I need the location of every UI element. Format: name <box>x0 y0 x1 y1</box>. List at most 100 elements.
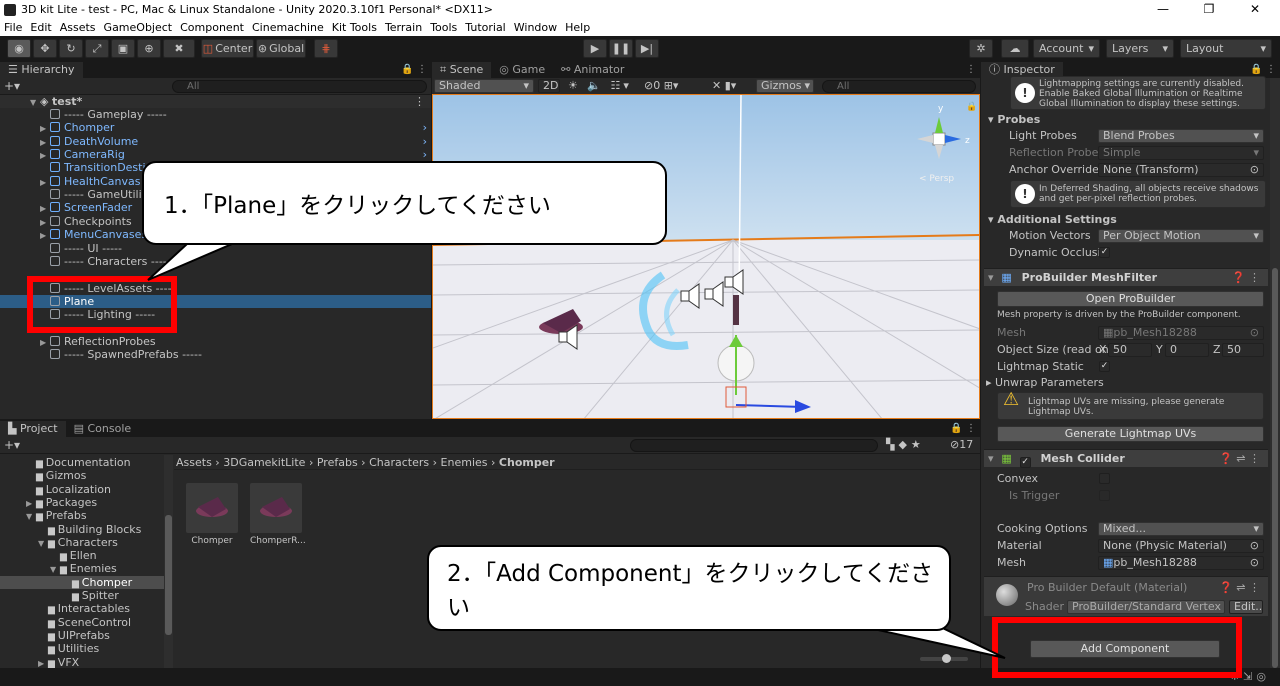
menu-tools[interactable]: Tools <box>426 21 461 34</box>
project-folder-item[interactable]: ▆ Building Blocks <box>0 523 164 536</box>
rect-tool-button[interactable]: ▣ <box>111 39 135 58</box>
fold-closed-icon[interactable]: ▶ <box>40 176 50 189</box>
asset-thumbnail-chomper[interactable] <box>186 483 238 533</box>
scene-root-row[interactable]: ▼ ◈ test* ⋮ <box>0 95 431 108</box>
account-dropdown[interactable]: Account ▾ <box>1033 39 1100 58</box>
project-folder-item[interactable]: ▆ Localization <box>0 483 164 496</box>
hidden-packages-icon[interactable]: ⊘17 <box>950 438 973 451</box>
project-folder-item[interactable]: ▆ UIPrefabs <box>0 629 164 642</box>
hierarchy-item[interactable]: ----- Gameplay ----- <box>0 108 431 121</box>
fold-closed-icon[interactable]: ▶ <box>40 149 50 162</box>
project-folder-item[interactable]: ▶ ▆ Packages <box>0 496 164 509</box>
hierarchy-item[interactable]: ▶ ReflectionProbes <box>0 335 431 348</box>
scrollbar-thumb[interactable] <box>1272 268 1278 668</box>
fold-closed-icon[interactable]: ▶ <box>40 202 50 215</box>
project-folder-item[interactable]: ▶ ▆ VFX <box>0 656 164 669</box>
fold-closed-icon[interactable]: ▶ <box>40 216 50 229</box>
menu-kit-tools[interactable]: Kit Tools <box>328 21 381 34</box>
snap-button[interactable]: ⋕ <box>314 39 338 58</box>
project-folder-item[interactable]: ▼ ▆ Prefabs <box>0 509 164 522</box>
fold-closed-icon[interactable]: ▶ <box>40 122 50 135</box>
fold-closed-icon[interactable]: ▶ <box>26 497 36 510</box>
project-folder-item[interactable]: ▆ SceneControl <box>0 616 164 629</box>
fold-open-icon[interactable]: ▼ <box>50 563 60 576</box>
fold-open-icon[interactable]: ▼ <box>38 537 48 550</box>
anchor-override-field[interactable]: None (Transform) ⊙ <box>1098 163 1264 177</box>
tab-animator[interactable]: ⚯ Animator <box>553 62 633 78</box>
move-tool-button[interactable]: ✥ <box>33 39 57 58</box>
menu-assets[interactable]: Assets <box>56 21 100 34</box>
fold-closed-icon[interactable]: ▶ <box>40 229 50 242</box>
lightmap-static-checkbox[interactable]: ✓ <box>1099 361 1110 372</box>
light-probes-dropdown[interactable]: Blend Probes ▾ <box>1098 129 1264 143</box>
step-button[interactable]: ▶| <box>635 39 659 58</box>
shader-edit-button[interactable]: Edit... <box>1229 600 1263 614</box>
project-folder-item[interactable]: ▆ Utilities <box>0 642 164 655</box>
probuilder-meshfilter-header[interactable]: ▾ ▦ ProBuilder MeshFilter ❓ ⋮ <box>984 268 1268 286</box>
menu-file[interactable]: File <box>0 21 26 34</box>
project-folder-item[interactable]: ▆ Chomper <box>0 575 164 589</box>
tab-scene[interactable]: ⌗ Scene <box>432 62 492 78</box>
minimize-button[interactable]: — <box>1140 0 1186 19</box>
pause-button[interactable]: ❚❚ <box>609 39 633 58</box>
probes-foldout[interactable]: ▾ Probes <box>988 112 1040 127</box>
size-x-field[interactable]: 50 <box>1108 343 1152 357</box>
motion-vectors-dropdown[interactable]: Per Object Motion ▾ <box>1098 229 1264 243</box>
breadcrumb-item[interactable]: Assets <box>176 456 212 469</box>
open-probuilder-button[interactable]: Open ProBuilder <box>997 291 1264 307</box>
tab-hierarchy[interactable]: ☰ Hierarchy <box>0 62 83 78</box>
unwrap-parameters-foldout[interactable]: ▸ Unwrap Parameters <box>986 375 1104 390</box>
rotate-tool-button[interactable]: ↻ <box>59 39 83 58</box>
shading-mode-dropdown[interactable]: Shaded ▾ <box>434 79 534 93</box>
project-folder-item[interactable]: ▆ Documentation <box>0 456 164 469</box>
hierarchy-item[interactable]: ▶ Chomper › <box>0 121 431 134</box>
hierarchy-item[interactable]: ▶ DeathVolume › <box>0 135 431 148</box>
prefab-open-icon[interactable]: › <box>423 121 427 134</box>
project-folder-item[interactable]: ▼ ▆ Characters <box>0 536 164 549</box>
panel-menu-icon[interactable]: 🔒 ⋮ <box>401 62 427 78</box>
close-button[interactable]: ✕ <box>1232 0 1278 19</box>
scene-view-toggles-icon[interactable]: ☀ 🔈 ☷▾ <box>568 79 632 92</box>
scene-tools-icon[interactable]: ✕ ▮▾ <box>712 79 736 92</box>
generate-lightmap-uvs-button[interactable]: Generate Lightmap UVs <box>997 426 1264 442</box>
pivot-global-button[interactable]: ⊛ Global <box>256 39 306 58</box>
breadcrumb-item[interactable]: Enemies <box>441 456 488 469</box>
size-y-field[interactable]: 0 <box>1165 343 1209 357</box>
menu-gameobject[interactable]: GameObject <box>100 21 177 34</box>
hierarchy-item[interactable]: ▶ CameraRig › <box>0 148 431 161</box>
menu-terrain[interactable]: Terrain <box>381 21 426 34</box>
play-button[interactable]: ▶ <box>583 39 607 58</box>
prefab-open-icon[interactable]: › <box>423 135 427 148</box>
breadcrumb-item[interactable]: Characters <box>369 456 429 469</box>
layers-dropdown[interactable]: Layers ▾ <box>1106 39 1174 58</box>
custom-tool-button[interactable]: ✖ <box>163 39 195 58</box>
project-folder-item[interactable]: ▆ Interactables <box>0 602 164 615</box>
collider-mesh-field[interactable]: ▦pb_Mesh18288 ⊙ <box>1098 556 1264 570</box>
shader-dropdown[interactable]: ProBuilder/Standard Vertex Co <box>1067 600 1225 614</box>
collab-button[interactable]: ☁ <box>1001 39 1029 58</box>
project-folder-item[interactable]: ▼ ▆ Enemies <box>0 562 164 575</box>
scene-lock-icon[interactable]: 🔒 <box>966 101 977 112</box>
panel-menu-icon[interactable]: 🔒 ⋮ <box>950 421 976 437</box>
size-z-field[interactable]: 50 <box>1222 343 1264 357</box>
scale-tool-button[interactable]: ⤢ <box>85 39 109 58</box>
tab-console[interactable]: ▤ Console <box>65 421 140 437</box>
menu-help[interactable]: Help <box>561 21 594 34</box>
menu-tutorial[interactable]: Tutorial <box>461 21 509 34</box>
transform-tool-button[interactable]: ⊕ <box>137 39 161 58</box>
inspector-scrollbar[interactable] <box>1270 78 1280 668</box>
filter-icons[interactable]: ▚◆★ <box>886 438 925 451</box>
asset-thumbnail-chomper-r[interactable] <box>250 483 302 533</box>
mesh-collider-enabled-checkbox[interactable]: ✓ <box>1019 457 1031 468</box>
fold-open-icon[interactable]: ▼ <box>26 510 36 523</box>
physic-material-field[interactable]: None (Physic Material) ⊙ <box>1098 539 1264 553</box>
scene-viewport[interactable]: y z < Persp 🔒 <box>432 94 980 419</box>
breadcrumb-item[interactable]: Prefabs <box>317 456 358 469</box>
pivot-center-button[interactable]: ◫ Center <box>201 39 254 58</box>
project-search-input[interactable] <box>630 439 878 452</box>
is-trigger-checkbox[interactable] <box>1099 490 1110 501</box>
add-icon[interactable]: +▾ <box>4 79 20 93</box>
menu-window[interactable]: Window <box>510 21 561 34</box>
menu-component[interactable]: Component <box>176 21 248 34</box>
view-tool-button[interactable]: ◉ <box>7 39 31 58</box>
